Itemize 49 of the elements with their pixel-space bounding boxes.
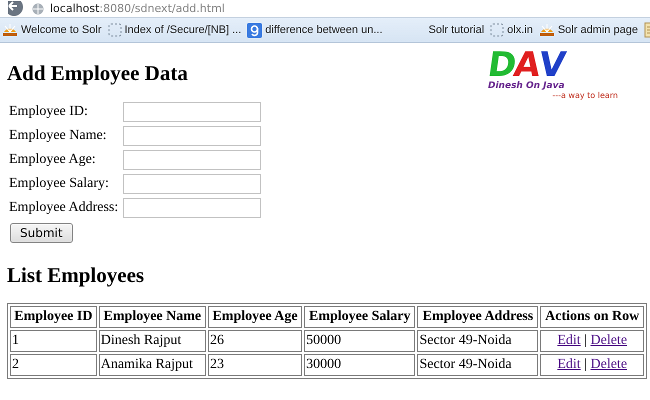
- column-header: Employee Age: [208, 306, 302, 328]
- table-cell: Sector 49-Noida: [417, 354, 538, 376]
- edit-link[interactable]: Edit: [557, 357, 581, 372]
- list-heading: List Employees: [7, 263, 146, 288]
- separator: |: [583, 333, 588, 348]
- column-header: Employee Name: [98, 306, 206, 328]
- table-cell: 26: [208, 330, 302, 352]
- input-field[interactable]: [123, 174, 261, 194]
- edit-link[interactable]: Edit: [557, 333, 581, 348]
- field-label: Employee Address:: [9, 200, 120, 216]
- field-label: Employee Name:: [9, 128, 108, 144]
- separator: |: [583, 357, 588, 372]
- table-cell: 30000: [304, 354, 416, 376]
- column-header: Employee ID: [10, 306, 97, 328]
- logo-drawing: DAV Dinesh On Java ---a way to learn: [488, 49, 619, 100]
- sun-icon: [538, 23, 555, 37]
- url-text[interactable]: localhost:8080/sdnext/add.html: [50, 2, 225, 15]
- dashed-square-icon: [108, 23, 122, 37]
- submit-button[interactable]: Submit: [10, 223, 73, 243]
- table-cell: 2: [10, 354, 97, 376]
- input-field[interactable]: [123, 126, 261, 146]
- table-cell: Anamika Rajput: [98, 354, 206, 376]
- dashed-square-icon: [490, 23, 504, 37]
- table-cell: Sector 49-Noida: [417, 330, 538, 352]
- g-letter-icon: [247, 22, 262, 38]
- field-label: Employee Age:: [9, 152, 97, 168]
- input-field[interactable]: [123, 150, 261, 170]
- column-header: Actions on Row: [540, 306, 644, 328]
- table-cell: 50000: [304, 330, 416, 352]
- field-label: Employee ID:: [9, 104, 89, 120]
- delete-link[interactable]: Delete: [590, 333, 628, 348]
- table-cell: 1: [10, 330, 97, 352]
- bookmark[interactable]: Welcome to Solr: [2, 23, 102, 37]
- form-heading: Add Employee Data: [7, 61, 188, 86]
- bookmark[interactable]: Index of /Secure/[NB] ...: [108, 23, 242, 37]
- table-cell: 23: [208, 354, 302, 376]
- column-header: Employee Salary: [304, 306, 416, 328]
- column-header: Employee Address: [417, 306, 538, 328]
- field-label: Employee Salary:: [9, 176, 110, 192]
- bookmark[interactable]: Solr admin page: [538, 23, 638, 37]
- bookmark[interactable]: difference between un...: [247, 22, 382, 38]
- bookmark[interactable]: Solr tutorial: [428, 24, 484, 36]
- sun-icon: [2, 23, 18, 37]
- delete-link[interactable]: Delete: [590, 357, 628, 372]
- bookmark[interactable]: olx.in: [490, 23, 533, 37]
- table-cell: Dinesh Rajput: [98, 330, 206, 352]
- input-field[interactable]: [123, 102, 261, 122]
- input-field[interactable]: [123, 198, 261, 218]
- back-arrow-icon[interactable]: [8, 0, 26, 16]
